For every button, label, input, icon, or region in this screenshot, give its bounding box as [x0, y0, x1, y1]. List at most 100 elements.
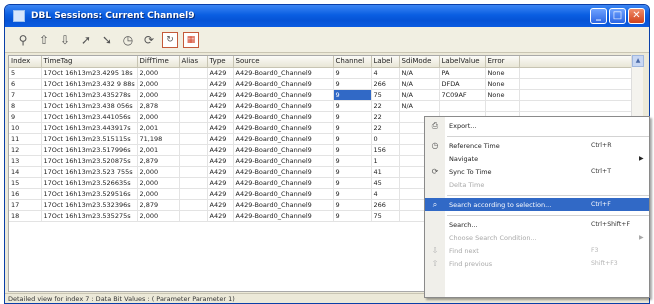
table-cell[interactable]: 11 [9, 133, 42, 145]
table-cell[interactable]: 14 [9, 166, 42, 178]
table-cell[interactable] [179, 122, 208, 134]
column-header[interactable]: Channel [333, 56, 372, 68]
table-cell[interactable] [179, 111, 208, 123]
grid-icon[interactable]: ▦ [183, 31, 199, 48]
table-cell[interactable]: 22 [371, 100, 400, 112]
table-cell[interactable]: 6 [9, 78, 42, 90]
table-cell[interactable]: DFDA [439, 78, 486, 90]
table-cell[interactable]: A429-Board0_Channel9 [233, 188, 334, 200]
table-cell[interactable]: 2,878 [137, 100, 180, 112]
menu-item-search-according-to-selection[interactable]: ⌕ Search according to selection... Ctrl+F [425, 198, 649, 211]
maximize-button[interactable]: □ [609, 8, 626, 24]
table-cell[interactable]: A429 [207, 166, 234, 178]
table-cell[interactable]: 12 [9, 144, 42, 156]
table-cell[interactable]: A429 [207, 155, 234, 167]
table-cell[interactable]: 17Oct 16h13m23.529516s [41, 188, 138, 200]
table-cell[interactable]: 9 [333, 210, 372, 222]
table-cell[interactable]: A429-Board0_Channel9 [233, 100, 334, 112]
table-cell[interactable]: 9 [333, 188, 372, 200]
table-cell[interactable]: 17Oct 16h13m23.432 9 88s [41, 78, 138, 90]
table-cell[interactable]: 9 [333, 155, 372, 167]
column-header[interactable]: TimeTag [41, 56, 138, 68]
table-cell[interactable]: 2,000 [137, 111, 180, 123]
table-cell[interactable]: None [485, 67, 520, 79]
table-row[interactable]: 7 17Oct 16h13m23.435278s 2,000 A429 A429-Boa… [9, 89, 634, 101]
table-cell[interactable]: 1 [371, 155, 400, 167]
table-cell[interactable]: 17Oct 16h13m23.520875s [41, 155, 138, 167]
table-cell[interactable]: None [485, 78, 520, 90]
table-cell[interactable] [179, 144, 208, 156]
column-header[interactable]: Index [9, 56, 42, 68]
table-cell[interactable]: 9 [333, 177, 372, 189]
table-cell[interactable]: 4 [371, 67, 400, 79]
table-cell[interactable]: A429-Board0_Channel9 [233, 199, 334, 211]
table-cell[interactable]: A429 [207, 89, 234, 101]
table-cell[interactable]: 41 [371, 166, 400, 178]
table-cell[interactable] [179, 166, 208, 178]
refresh-icon[interactable]: ↻ [162, 31, 178, 48]
column-header[interactable]: Type [207, 56, 234, 68]
table-cell[interactable]: A429-Board0_Channel9 [233, 89, 334, 101]
table-cell[interactable]: 9 [333, 144, 372, 156]
table-cell[interactable] [179, 78, 208, 90]
table-cell[interactable]: A429 [207, 67, 234, 79]
column-header[interactable]: SdiMode [399, 56, 440, 68]
table-cell[interactable] [179, 67, 208, 79]
table-cell[interactable]: 22 [371, 111, 400, 123]
search-up-icon[interactable]: ➚ [78, 32, 94, 48]
minimize-button[interactable]: _ [590, 8, 607, 24]
table-cell[interactable]: 156 [371, 144, 400, 156]
menu-item-find-next[interactable]: ⇩ Find next F3 [425, 244, 649, 257]
table-cell[interactable]: 16 [9, 188, 42, 200]
table-cell[interactable]: 8 [9, 100, 42, 112]
table-cell[interactable]: 2,000 [137, 67, 180, 79]
table-cell[interactable]: N/A [399, 67, 440, 79]
table-cell[interactable] [179, 89, 208, 101]
zoom-icon[interactable]: ⚲ [15, 32, 31, 48]
menu-item-reference-time[interactable]: ◷ Reference Time Ctrl+R [425, 139, 649, 152]
column-header[interactable]: Error [485, 56, 520, 68]
table-cell[interactable]: N/A [399, 78, 440, 90]
table-cell[interactable]: 9 [333, 89, 372, 101]
table-cell[interactable]: 17Oct 16h13m23.532396s [41, 199, 138, 211]
table-cell[interactable]: 2,000 [137, 177, 180, 189]
table-cell[interactable]: 7C09AF [439, 89, 486, 101]
table-cell[interactable]: 7 [9, 89, 42, 101]
table-cell[interactable]: 45 [371, 177, 400, 189]
clock-icon[interactable]: ◷ [120, 32, 136, 48]
table-cell[interactable]: 9 [333, 199, 372, 211]
table-cell[interactable] [179, 177, 208, 189]
search-down-icon[interactable]: ➘ [99, 32, 115, 48]
table-cell[interactable]: 17Oct 16h13m23.515115s [41, 133, 138, 145]
table-cell[interactable]: PA [439, 67, 486, 79]
column-header[interactable]: Alias [179, 56, 208, 68]
table-cell[interactable]: A429 [207, 122, 234, 134]
table-cell[interactable]: A429-Board0_Channel9 [233, 111, 334, 123]
column-header[interactable]: Label [371, 56, 400, 68]
table-cell[interactable]: 9 [333, 122, 372, 134]
menu-item-choose-search-condition[interactable]: Choose Search Condition... ▶ [425, 231, 649, 244]
table-cell[interactable]: 9 [333, 100, 372, 112]
table-cell[interactable]: 17Oct 16h13m23.435278s [41, 89, 138, 101]
table-cell[interactable]: 9 [333, 166, 372, 178]
table-cell[interactable]: A429 [207, 188, 234, 200]
table-cell[interactable]: 2,000 [137, 188, 180, 200]
table-cell[interactable]: 17Oct 16h13m23.443917s [41, 122, 138, 134]
table-cell[interactable]: A429-Board0_Channel9 [233, 177, 334, 189]
table-cell[interactable]: N/A [399, 100, 440, 112]
table-cell[interactable]: A429 [207, 111, 234, 123]
table-cell[interactable]: 17Oct 16h13m23.441056s [41, 111, 138, 123]
table-cell[interactable]: A429-Board0_Channel9 [233, 67, 334, 79]
table-cell[interactable] [179, 155, 208, 167]
table-cell[interactable]: 2,879 [137, 155, 180, 167]
down-arrow-icon[interactable]: ⇩ [57, 32, 73, 48]
table-cell[interactable]: 266 [371, 78, 400, 90]
table-cell[interactable]: A429-Board0_Channel9 [233, 144, 334, 156]
table-cell[interactable] [179, 100, 208, 112]
table-cell[interactable]: A429-Board0_Channel9 [233, 155, 334, 167]
table-cell[interactable]: 2,000 [137, 89, 180, 101]
scroll-up-icon[interactable]: ▲ [632, 55, 644, 67]
table-cell[interactable]: A429-Board0_Channel9 [233, 166, 334, 178]
table-cell[interactable]: 9 [333, 67, 372, 79]
menu-item-navigate[interactable]: Navigate ▶ [425, 152, 649, 165]
